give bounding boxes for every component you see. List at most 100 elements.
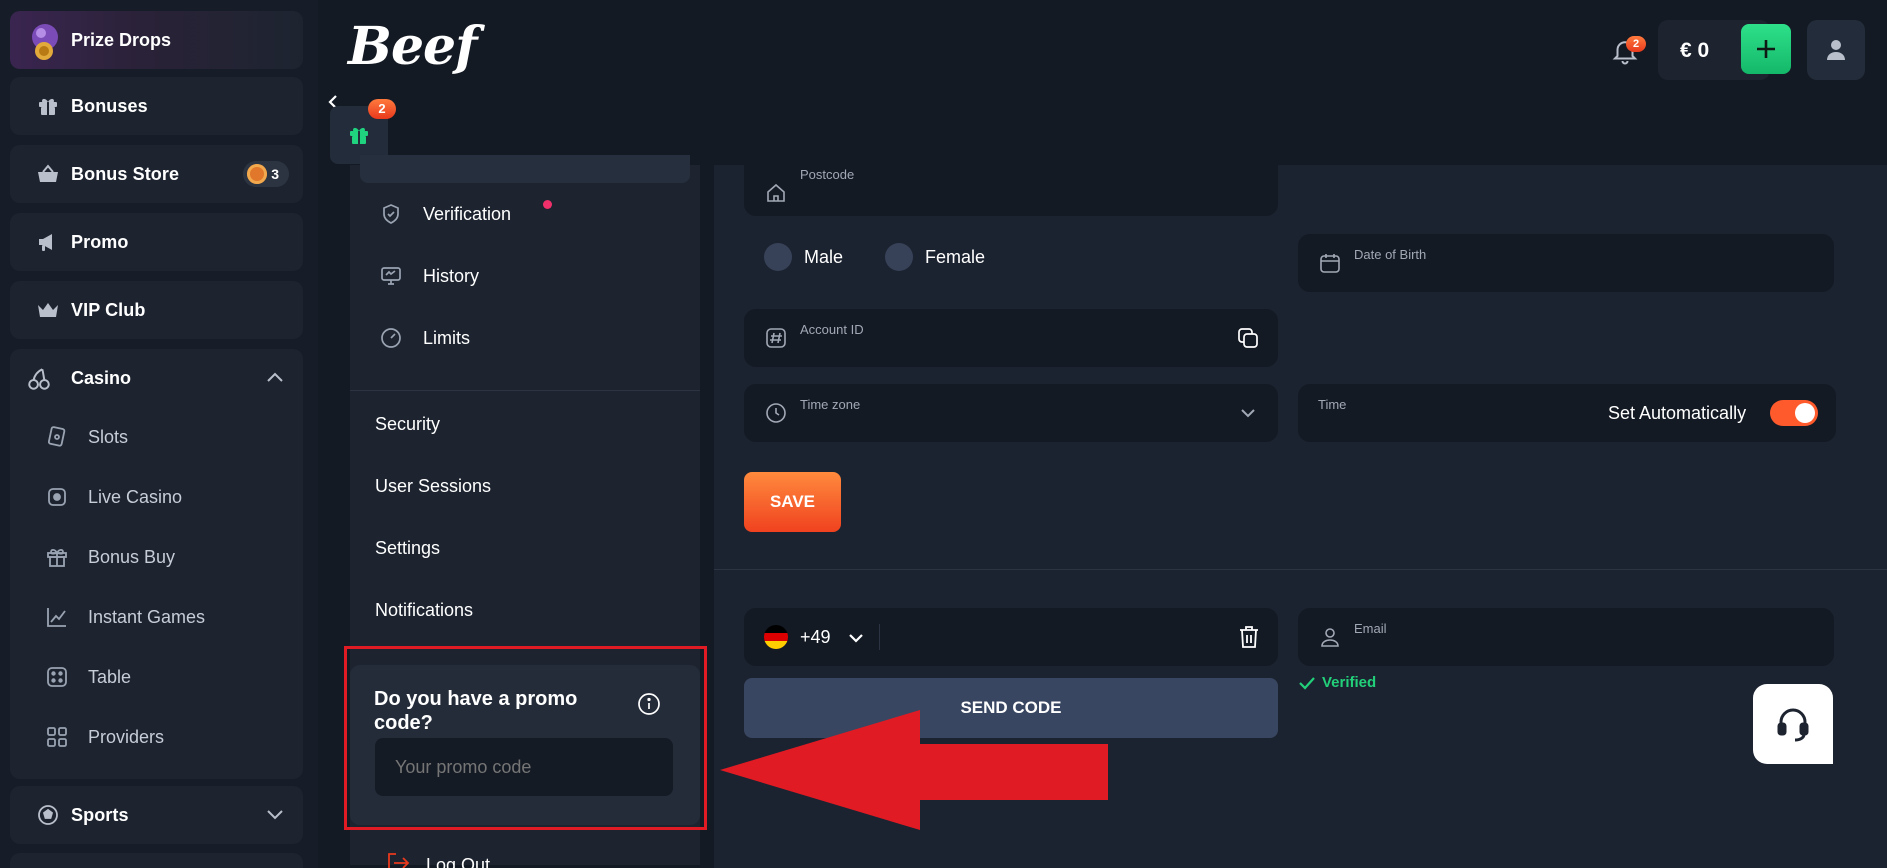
date-of-birth-field[interactable]: Date of Birth (1298, 234, 1834, 292)
phone-country-code[interactable]: +49 (800, 627, 831, 648)
chevron-up-icon[interactable] (266, 371, 284, 383)
sidebar-item-label: Table (88, 666, 132, 687)
sidebar-item-label: Live Casino (88, 486, 183, 507)
header: Beef 2 2 € 0 (318, 0, 1887, 165)
logo[interactable]: Beef (348, 16, 477, 77)
user-icon (1318, 625, 1342, 649)
cherries-icon (26, 366, 52, 392)
gender-male-radio[interactable]: Male (764, 243, 843, 271)
account-id-field: Account ID (744, 309, 1278, 367)
gift-icon (347, 123, 371, 147)
sidebar-item-slots[interactable]: Slots (45, 417, 128, 457)
support-chat-button[interactable] (1753, 684, 1833, 764)
red-arrow-annotation (720, 710, 1108, 830)
time-label: Time (1318, 397, 1347, 412)
nav-item-label: History (423, 265, 480, 286)
gift-icon (45, 545, 69, 569)
nav-item-security[interactable]: Security (375, 414, 440, 435)
sidebar-item-providers[interactable]: Providers (45, 717, 164, 757)
nav-item-notifications[interactable]: Notifications (375, 600, 473, 621)
verification-alert-dot (543, 200, 552, 209)
megaphone-icon (36, 230, 60, 254)
verified-label: Verified (1322, 674, 1377, 691)
nav-item-label: Verification (423, 203, 512, 224)
calendar-icon (1318, 251, 1342, 275)
sidebar-item-bonus-store[interactable]: Bonus Store 3 (10, 145, 303, 203)
phone-divider (879, 624, 880, 650)
coin-icon (247, 164, 267, 184)
sidebar-item-partial (10, 853, 303, 868)
germany-flag-icon (764, 625, 788, 649)
sidebar-item-label: Instant Games (88, 606, 206, 627)
prize-drops-icon (24, 19, 66, 61)
nav-item-limits[interactable]: Limits (379, 323, 470, 353)
sidebar-item-instant-games[interactable]: Instant Games (45, 597, 205, 637)
sidebar-item-bonus-buy[interactable]: Bonus Buy (45, 537, 175, 577)
chart-icon (45, 605, 69, 629)
sidebar-item-bonuses[interactable]: Bonuses (10, 77, 303, 135)
nav-item-active-partial[interactable] (360, 155, 690, 183)
sidebar-item-sports[interactable]: Sports (10, 786, 303, 844)
crown-icon (36, 298, 60, 322)
nav-item-history[interactable]: History (379, 261, 479, 291)
toggle-knob (1795, 403, 1815, 423)
sidebar-item-table[interactable]: Table (45, 657, 131, 697)
slots-icon (45, 425, 69, 449)
section-divider (714, 569, 1887, 570)
set-automatically-toggle[interactable] (1770, 400, 1818, 426)
sidebar: Prize Drops Bonuses Bonus Store 3 Promo … (0, 0, 318, 868)
prize-drops-label: Prize Drops (71, 30, 172, 50)
gender-female-label: Female (925, 246, 986, 267)
phone-field[interactable]: +49 (744, 608, 1278, 666)
hash-icon (764, 326, 788, 350)
sidebar-item-label: Promo (71, 231, 129, 252)
user-icon (1826, 39, 1846, 61)
nav-item-verification[interactable]: Verification (379, 199, 552, 229)
postcode-field[interactable]: Postcode (744, 155, 1278, 216)
sidebar-item-label: Bonus Buy (88, 546, 176, 567)
dice-icon (45, 665, 69, 689)
radio-circle (764, 243, 792, 271)
notification-badge: 2 (1626, 36, 1646, 52)
postcode-label: Postcode (800, 167, 855, 182)
user-menu-button[interactable] (1807, 20, 1865, 80)
radio-circle (885, 243, 913, 271)
plus-icon (1754, 37, 1778, 61)
headset-icon (1777, 706, 1809, 742)
sidebar-item-live-casino[interactable]: Live Casino (45, 477, 182, 517)
gender-male-label: Male (804, 246, 844, 267)
sidebar-item-label: Casino (71, 368, 132, 388)
sidebar-item-casino[interactable]: Casino (10, 349, 303, 407)
clock-icon (764, 401, 788, 425)
time-field: Time Set Automatically (1298, 384, 1836, 442)
nav-item-settings[interactable]: Settings (375, 538, 440, 559)
bonus-store-badge: 3 (243, 161, 289, 187)
nav-item-user-sessions[interactable]: User Sessions (375, 476, 491, 497)
check-icon (1298, 676, 1316, 690)
sidebar-item-label: Slots (88, 426, 129, 447)
sidebar-item-vip-club[interactable]: VIP Club (10, 281, 303, 339)
home-icon (764, 181, 788, 205)
trash-icon[interactable] (1238, 625, 1260, 649)
email-label: Email (1354, 621, 1387, 636)
nav-item-label: Limits (423, 327, 471, 348)
save-button[interactable]: SAVE (744, 472, 841, 532)
notifications-button[interactable]: 2 (1606, 32, 1646, 72)
chat-tail (1821, 752, 1833, 764)
prize-drops-button[interactable]: Prize Drops (10, 11, 303, 69)
email-field[interactable]: Email (1298, 608, 1834, 666)
chevron-down-icon[interactable] (266, 809, 284, 821)
copy-icon[interactable] (1236, 326, 1260, 350)
deposit-button[interactable] (1741, 24, 1791, 74)
gift-icon (36, 94, 60, 118)
sidebar-item-promo[interactable]: Promo (10, 213, 303, 271)
chevron-down-icon[interactable] (848, 633, 864, 643)
monitor-icon (379, 264, 403, 288)
grid-icon (45, 725, 69, 749)
sidebar-item-label: VIP Club (71, 299, 146, 320)
gender-female-radio[interactable]: Female (885, 243, 985, 271)
save-label: SAVE (769, 492, 816, 511)
time-zone-select[interactable]: Time zone (744, 384, 1278, 442)
chevron-down-icon (1240, 408, 1256, 418)
dob-label: Date of Birth (1354, 247, 1427, 262)
